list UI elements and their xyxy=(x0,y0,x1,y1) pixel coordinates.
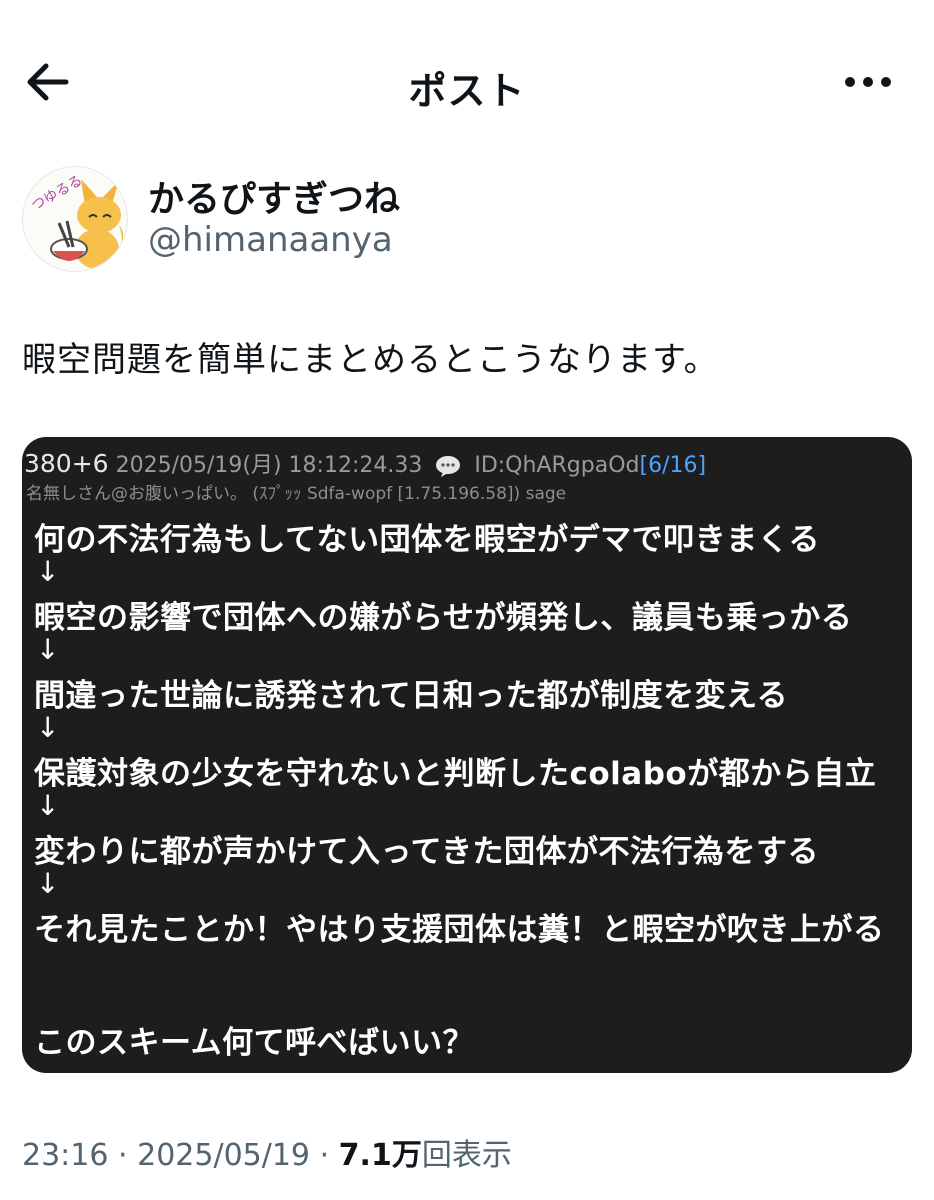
view-count[interactable]: 7.1万 xyxy=(339,1138,422,1173)
separator-dot: · xyxy=(118,1138,128,1173)
bbs-text-line: 保護対象の少女を守れないと判断したcolaboが都から自立 xyxy=(34,756,877,792)
top-navigation-bar: ポスト xyxy=(0,0,934,165)
separator-dot: · xyxy=(319,1138,330,1173)
bbs-text-line: それ見たことか！やはり支援団体は糞！と暇空が吹き上がる xyxy=(34,912,885,948)
avatar[interactable]: つゆるる xyxy=(22,166,128,272)
bbs-id-count: [6/16] xyxy=(639,453,707,478)
down-arrow-icon: ↓ xyxy=(36,789,60,822)
down-arrow-icon: ↓ xyxy=(36,633,60,666)
post-metadata: 23:16 · 2025/05/19 · 7.1万回表示 xyxy=(22,1130,512,1174)
down-arrow-icon: ↓ xyxy=(36,867,60,900)
down-arrow-icon: ↓ xyxy=(36,555,60,588)
view-label: 回表示 xyxy=(421,1138,512,1173)
fox-avatar-illustration: つゆるる xyxy=(23,167,127,271)
bbs-text-line: 何の不法行為もしてない団体を暇空がデマで叩きまくる xyxy=(34,522,820,558)
bbs-text-line: 変わりに都が声かけて入ってきた団体が不法行為をする xyxy=(34,834,820,870)
bbs-text-line: 暇空の影響で団体への嫌がらせが頻発し、議員も乗っかる xyxy=(34,600,853,636)
more-dots-icon xyxy=(845,77,891,87)
speech-bubble-icon xyxy=(436,456,461,477)
more-options-button[interactable] xyxy=(838,62,898,102)
bbs-post-number: 380+6 xyxy=(24,449,109,478)
page-title: ポスト xyxy=(408,69,526,113)
post-date: 2025/05/19 xyxy=(137,1138,311,1173)
bbs-post-date: 2025/05/19(月) 18:12:24.33 xyxy=(115,453,423,478)
post-text: 暇空問題を簡単にまとめるとこうなります。 xyxy=(22,340,719,380)
author-handle[interactable]: @himanaanya xyxy=(148,220,393,260)
author-display-name[interactable]: かるぴすぎつね xyxy=(148,170,400,222)
post-image[interactable]: 380+6 2025/05/19(月) 18:12:24.33 ID:QhARg… xyxy=(22,437,912,1073)
down-arrow-icon: ↓ xyxy=(36,711,60,744)
post-time: 23:16 xyxy=(22,1138,109,1173)
bbs-question-line: このスキーム何て呼べばいい？ xyxy=(34,1025,475,1061)
bbs-text-line: 間違った世論に誘発されて日和った都が制度を変える xyxy=(34,678,789,714)
bbs-header-line: 380+6 2025/05/19(月) 18:12:24.33 ID:QhARg… xyxy=(24,447,706,479)
bbs-post-id: ID:QhARgpaOd xyxy=(474,453,640,478)
bbs-name-line: 名無しさん@お腹いっぱい。 (ｽﾌﾟｯｯ Sdfa-wopf [1.75.196… xyxy=(26,484,567,504)
